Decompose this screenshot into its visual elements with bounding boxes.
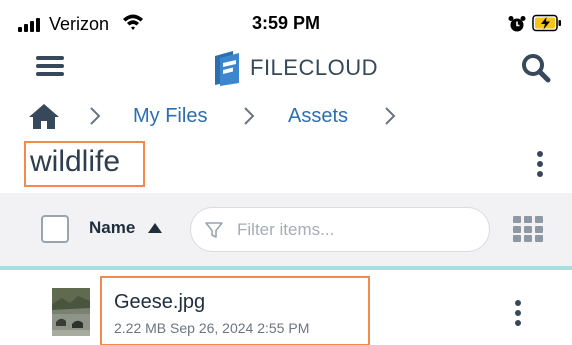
breadcrumb-item-my-files[interactable]: My Files bbox=[133, 105, 207, 128]
filter-input[interactable] bbox=[237, 208, 477, 251]
breadcrumb: My Files Assets bbox=[0, 98, 572, 136]
sort-ascending-icon[interactable] bbox=[148, 223, 162, 233]
folder-menu-kebab-icon[interactable] bbox=[536, 151, 544, 177]
filter-funnel-icon bbox=[205, 222, 223, 238]
hamburger-icon[interactable] bbox=[36, 54, 64, 78]
alarm-icon bbox=[508, 16, 526, 32]
chevron-right-icon bbox=[90, 107, 101, 125]
select-all-checkbox[interactable] bbox=[41, 215, 69, 243]
folder-title: wildlife bbox=[30, 145, 121, 178]
brand-name: FILECLOUD bbox=[250, 55, 378, 80]
file-row[interactable]: Geese.jpg 2.22 MB Sep 26, 2024 2:55 PM bbox=[0, 270, 572, 345]
status-bar: Verizon 3:59 PM bbox=[0, 0, 572, 46]
sort-by-name-button[interactable]: Name bbox=[89, 218, 135, 238]
home-icon[interactable] bbox=[28, 102, 60, 130]
filter-field[interactable] bbox=[190, 207, 490, 252]
filecloud-logo: FILECLOUD bbox=[212, 49, 378, 87]
file-meta: 2.22 MB Sep 26, 2024 2:55 PM bbox=[114, 320, 310, 336]
clock: 3:59 PM bbox=[251, 13, 321, 33]
chevron-right-icon bbox=[385, 107, 396, 125]
breadcrumb-item-assets[interactable]: Assets bbox=[288, 105, 348, 128]
search-icon[interactable] bbox=[520, 52, 552, 84]
image-thumbnail-icon bbox=[52, 288, 90, 336]
file-name[interactable]: Geese.jpg bbox=[114, 291, 205, 314]
battery-charging-icon bbox=[532, 14, 561, 32]
filecloud-logo-icon bbox=[215, 51, 239, 86]
chevron-right-icon bbox=[244, 107, 255, 125]
file-list-toolbar: Name bbox=[0, 193, 572, 266]
grid-view-icon[interactable] bbox=[513, 216, 543, 242]
app-header: FILECLOUD bbox=[0, 46, 572, 90]
file-menu-kebab-icon[interactable] bbox=[514, 300, 522, 326]
